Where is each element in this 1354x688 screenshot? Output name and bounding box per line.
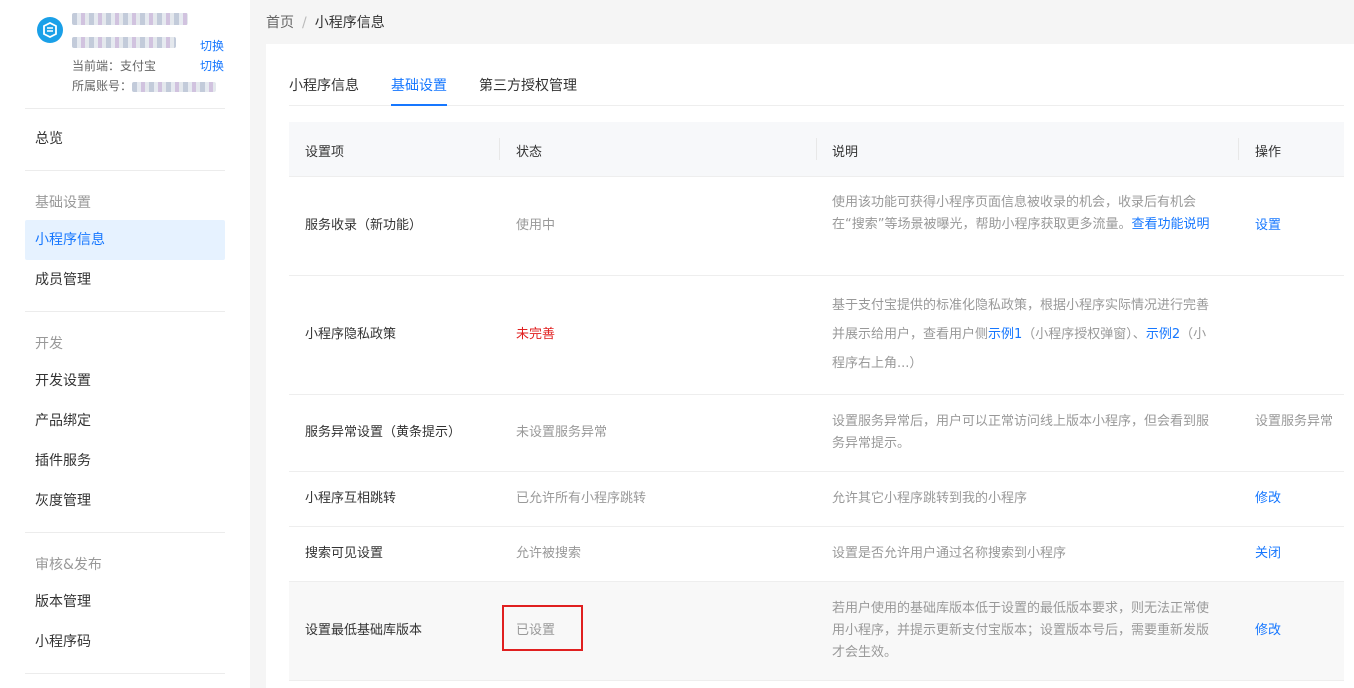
row-action-modify[interactable]: 修改 [1255, 620, 1340, 642]
sidebar-item-dev-settings[interactable]: 开发设置 [25, 361, 225, 401]
tab-mini-info[interactable]: 小程序信息 [289, 75, 359, 95]
header-status: 状态 [516, 145, 543, 160]
sidebar-item-gray-management[interactable]: 灰度管理 [25, 481, 225, 521]
table-row: 设置最低基础库版本 已设置 若用户使用的基础库版本低于设置的最低版本要求，则无法… [289, 582, 1344, 681]
app-logo-icon [37, 17, 63, 43]
sidebar-divider [25, 170, 225, 171]
sidebar-item-mini-info[interactable]: 小程序信息 [25, 220, 225, 260]
breadcrumb: 首页 / 小程序信息 [266, 12, 385, 32]
account-value-blurred [132, 81, 217, 92]
app-header: 切换 当前端：支付宝 切换 所属账号： [0, 0, 250, 108]
row-action-set-exception: 设置服务异常 [1255, 414, 1334, 429]
header-separator [499, 138, 500, 160]
table-row: 服务收录（新功能） 使用中 使用该功能可获得小程序页面信息被收录的机会，收录后有… [289, 177, 1344, 276]
table-row: 搜索可见设置 允许被搜索 设置是否允许用户通过名称搜索到小程序 关闭 [289, 527, 1344, 582]
row-desc-mid: （小程序授权弹窗）、 [1022, 327, 1146, 342]
sidebar-group-review: 审核&发布 [35, 557, 102, 573]
row-desc: 设置服务异常后，用户可以正常访问线上版本小程序，但会看到服务异常提示。 [832, 414, 1210, 451]
row-desc: 基于支付宝提供的标准化隐私政策，根据小程序实际情况进行完善并展示给用户，查看用户… [832, 291, 1217, 378]
row-status: 使用中 [516, 218, 556, 233]
row-item: 服务异常设置（黄条提示） [305, 425, 462, 440]
sidebar-group-dev: 开发 [35, 336, 63, 352]
example-2-link[interactable]: 示例2 [1146, 327, 1180, 342]
row-status: 允许被搜索 [516, 546, 582, 561]
example-1-link[interactable]: 示例1 [988, 327, 1022, 342]
account-row: 所属账号： [72, 77, 217, 94]
table-row: 服务异常设置（黄条提示） 未设置服务异常 设置服务异常后，用户可以正常访问线上版… [289, 395, 1344, 472]
tab-bar: 小程序信息 基础设置 第三方授权管理 [289, 67, 1344, 106]
header-desc: 说明 [832, 145, 859, 160]
row-item: 服务收录（新功能） [305, 218, 423, 233]
header-item: 设置项 [305, 145, 345, 160]
row-desc: 允许其它小程序跳转到我的小程序 [832, 491, 1028, 506]
sidebar-item-version-management[interactable]: 版本管理 [25, 582, 225, 622]
sidebar-group-basic: 基础设置 [35, 195, 91, 211]
row-desc: 若用户使用的基础库版本低于设置的最低版本要求，则无法正常使用小程序，并提示更新支… [832, 601, 1210, 660]
sidebar-divider [25, 108, 225, 109]
app-id-blurred [72, 37, 176, 51]
app-name-blurred [72, 13, 190, 29]
row-desc: 使用该功能可获得小程序页面信息被收录的机会，收录后有机会在“搜索”等场景被曝光，… [832, 192, 1217, 236]
row-item: 设置最低基础库版本 [305, 623, 423, 638]
row-desc: 设置是否允许用户通过名称搜索到小程序 [832, 546, 1067, 561]
account-label: 所属账号： [72, 79, 133, 93]
row-item: 小程序互相跳转 [305, 491, 397, 506]
sidebar-item-product-binding[interactable]: 产品绑定 [25, 401, 225, 441]
row-status: 已允许所有小程序跳转 [516, 491, 647, 506]
tab-basic-settings[interactable]: 基础设置 [391, 75, 447, 95]
sidebar-item-mini-code[interactable]: 小程序码 [25, 622, 225, 662]
switch-app-link[interactable]: 切换 [200, 37, 224, 54]
table-header: 设置项 状态 说明 操作 [289, 122, 1344, 177]
row-action-modify[interactable]: 修改 [1255, 488, 1340, 510]
switch-end-link[interactable]: 切换 [200, 57, 224, 74]
breadcrumb-current: 小程序信息 [314, 15, 385, 31]
row-status-incomplete: 未完善 [516, 327, 556, 342]
table-row: 小程序隐私政策 未完善 基于支付宝提供的标准化隐私政策，根据小程序实际情况进行完… [289, 276, 1344, 395]
table-row: 小程序互相跳转 已允许所有小程序跳转 允许其它小程序跳转到我的小程序 修改 [289, 472, 1344, 527]
tab-third-party-auth[interactable]: 第三方授权管理 [479, 75, 577, 95]
sidebar-divider [25, 532, 225, 533]
view-feature-doc-link[interactable]: 查看功能说明 [1131, 217, 1209, 232]
sidebar-item-plugin-service[interactable]: 插件服务 [25, 441, 225, 481]
sidebar-item-overview[interactable]: 总览 [25, 119, 225, 159]
main-card: 小程序信息 基础设置 第三方授权管理 设置项 状态 说明 操作 服务收录（新功能… [266, 44, 1354, 688]
tab-active-indicator [391, 104, 447, 106]
row-action-set[interactable]: 设置 [1255, 215, 1340, 237]
sidebar-divider [25, 673, 225, 674]
highlight-box [502, 605, 583, 651]
row-action-close[interactable]: 关闭 [1255, 543, 1340, 565]
breadcrumb-separator: / [302, 15, 307, 31]
header-separator [816, 138, 817, 160]
row-item: 搜索可见设置 [305, 546, 384, 561]
sidebar: 切换 当前端：支付宝 切换 所属账号： 总览 基础设置 小程序信息 成员管理 开… [0, 0, 250, 688]
row-item: 小程序隐私政策 [305, 327, 397, 342]
current-end-label: 当前端：支付宝 [72, 59, 157, 73]
sidebar-item-members[interactable]: 成员管理 [25, 260, 225, 300]
header-separator [1238, 138, 1239, 160]
sidebar-divider [25, 311, 225, 312]
header-action: 操作 [1255, 145, 1282, 160]
breadcrumb-home[interactable]: 首页 [266, 15, 294, 31]
row-status: 未设置服务异常 [516, 425, 608, 440]
